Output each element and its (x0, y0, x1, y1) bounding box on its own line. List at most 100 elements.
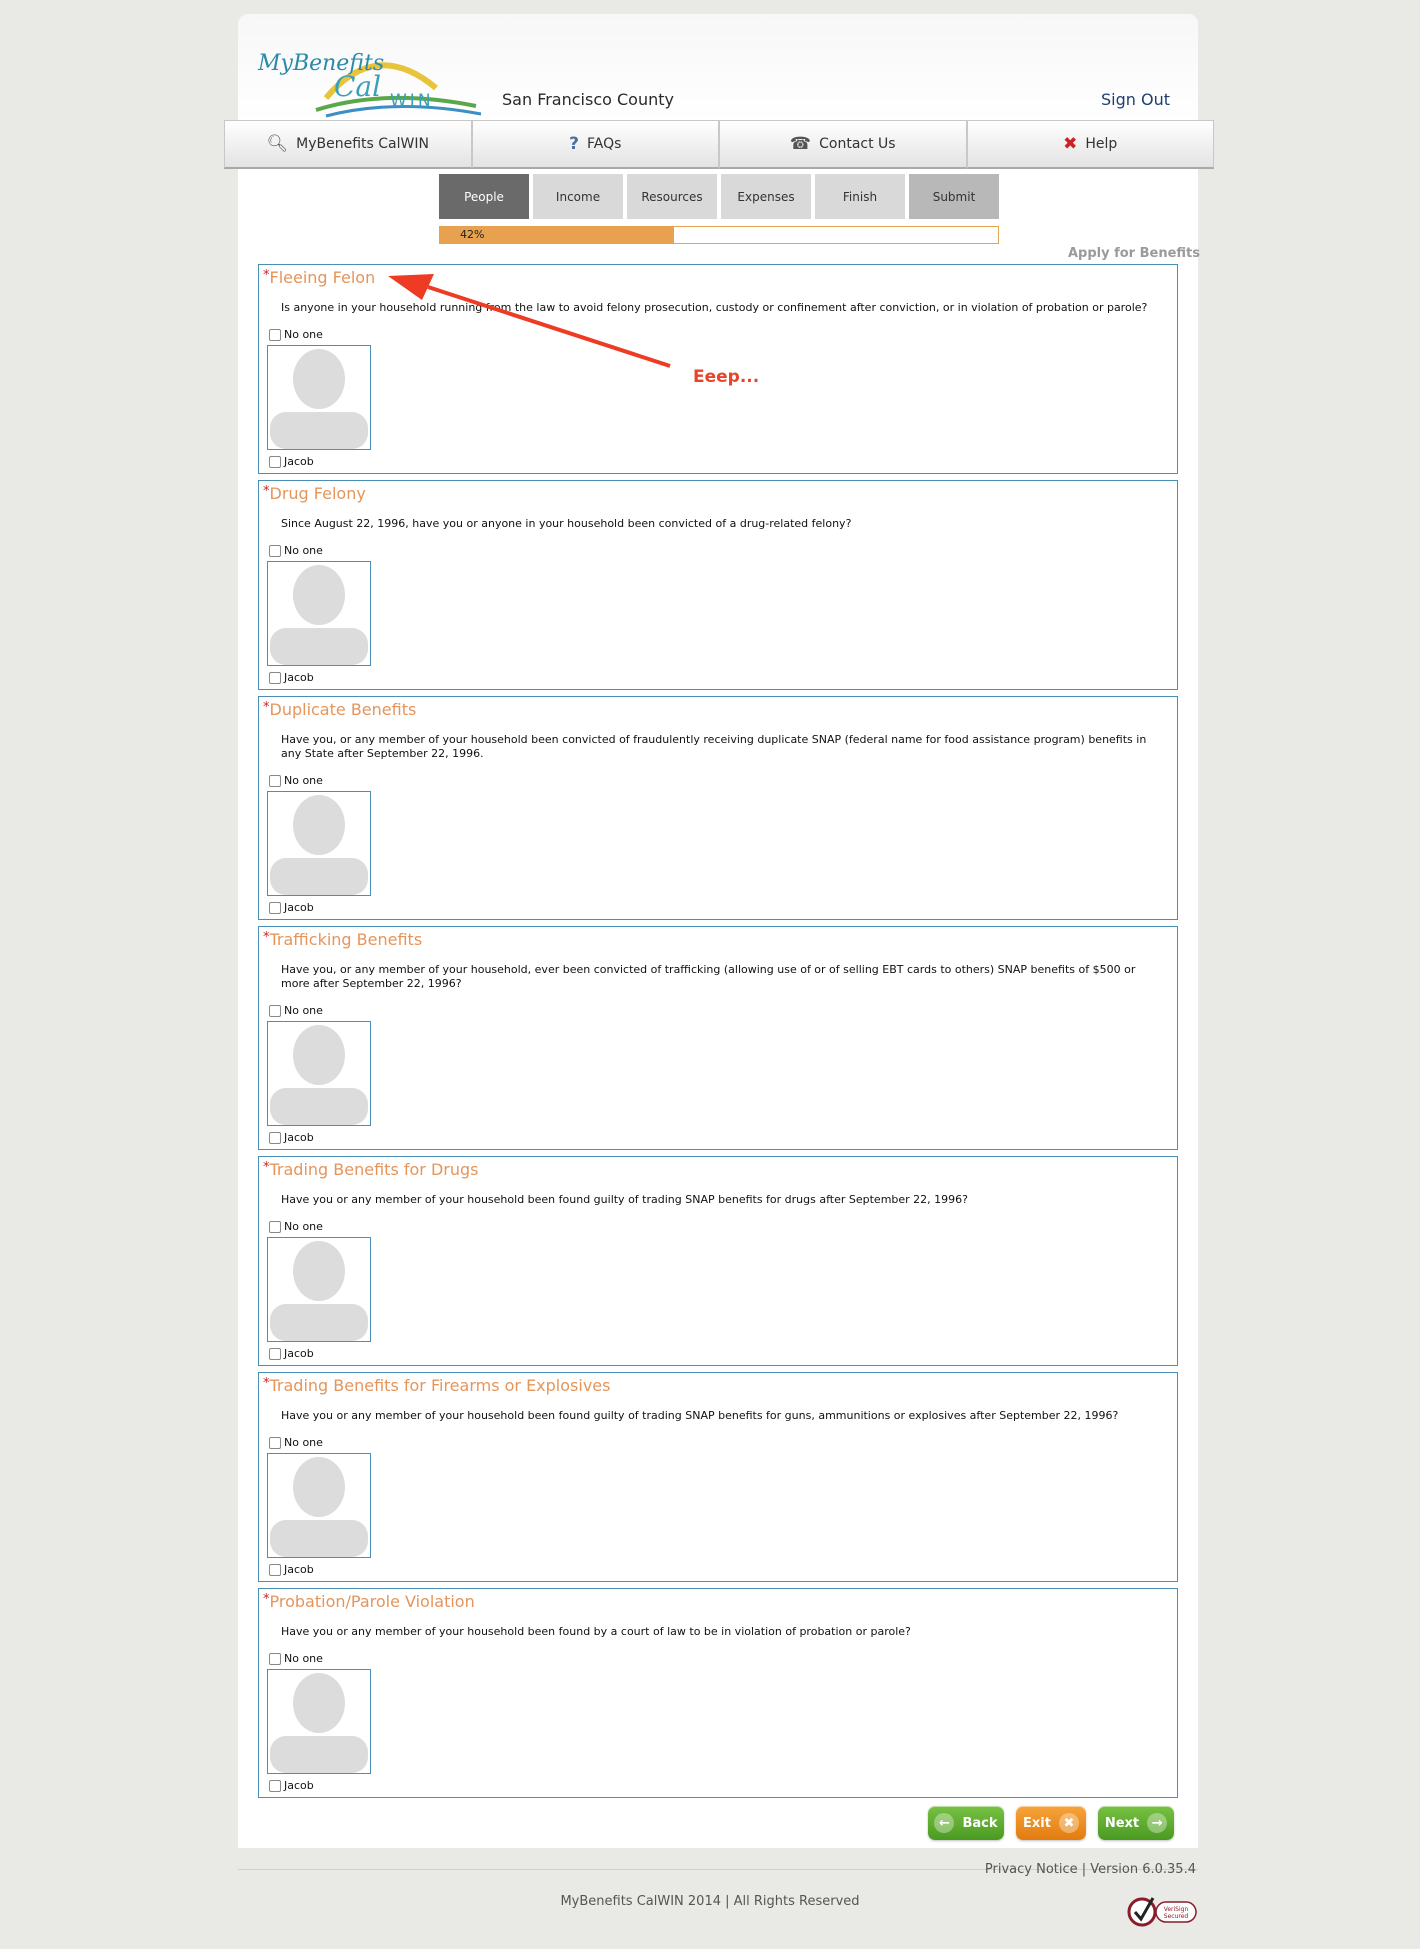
section-title: *Trafficking Benefits (263, 930, 423, 949)
no-one-checkbox[interactable]: No one (269, 1220, 323, 1233)
footer-separator: | (1081, 1862, 1087, 1877)
person-checkbox-jacob[interactable]: Jacob (269, 1347, 314, 1360)
section-question: Have you or any member of your household… (281, 1625, 911, 1638)
search-icon: 🔍︎ (266, 134, 289, 154)
person-avatar (267, 791, 371, 896)
step-expenses[interactable]: Expenses (721, 174, 811, 219)
arrow-right-icon: → (1147, 1813, 1168, 1833)
checkbox[interactable] (269, 671, 281, 684)
verisign-seal[interactable]: VeriSign Secured (1126, 1892, 1198, 1928)
person-avatar (267, 1453, 371, 1558)
section-question: Since August 22, 1996, have you or anyon… (281, 517, 852, 530)
section-title: *Trading Benefits for Drugs (263, 1160, 479, 1179)
page-title: Apply for Benefits (1067, 246, 1200, 261)
checkbox[interactable] (269, 328, 281, 341)
svg-text:Cal: Cal (334, 70, 381, 103)
next-label: Next (1104, 1815, 1140, 1831)
nav-contact-us[interactable]: ☎ Contact Us (719, 120, 967, 169)
section-question: Have you, or any member of your househol… (281, 733, 1147, 760)
checkbox[interactable] (269, 1131, 281, 1144)
person-checkbox-jacob[interactable]: Jacob (269, 1131, 314, 1144)
sign-out-link[interactable]: Sign Out (1101, 90, 1170, 109)
section-duplicate-benefits: *Duplicate Benefits Have you, or any mem… (258, 696, 1178, 920)
back-label: Back (962, 1815, 998, 1831)
section-title: *Trading Benefits for Firearms or Explos… (263, 1376, 611, 1395)
exit-label: Exit (1023, 1815, 1051, 1831)
section-question: Have you or any member of your household… (281, 1193, 969, 1206)
section-title: *Fleeing Felon (263, 268, 376, 287)
svg-text:VeriSign: VeriSign (1164, 1906, 1189, 1913)
person-checkbox-jacob[interactable]: Jacob (269, 1779, 314, 1792)
person-checkbox-jacob[interactable]: Jacob (269, 455, 314, 468)
step-people[interactable]: People (439, 174, 529, 219)
checkbox[interactable] (269, 1004, 281, 1017)
progress-bar: 42% (439, 226, 999, 244)
no-one-checkbox[interactable]: No one (269, 328, 323, 341)
annotation-label: Eeep... (693, 367, 760, 387)
privacy-notice-link[interactable]: Privacy Notice (985, 1862, 1078, 1877)
svg-text:Secured: Secured (1164, 1913, 1189, 1920)
checkbox[interactable] (269, 1347, 281, 1360)
person-avatar (267, 1237, 371, 1342)
question-icon: ? (569, 134, 579, 154)
svg-text:WIN: WIN (390, 91, 434, 111)
step-finish[interactable]: Finish (815, 174, 905, 219)
step-resources[interactable]: Resources (627, 174, 717, 219)
no-one-checkbox[interactable]: No one (269, 1652, 323, 1665)
main-nav: 🔍︎ MyBenefits CalWIN ? FAQs ☎ Contact Us… (224, 120, 1214, 169)
section-probation-parole-violation: *Probation/Parole Violation Have you or … (258, 1588, 1178, 1798)
nav-label: FAQs (586, 136, 622, 152)
section-question: Is anyone in your household running from… (281, 301, 1148, 314)
section-drug-felony: *Drug Felony Since August 22, 1996, have… (258, 480, 1178, 690)
close-icon: ✖ (1058, 1813, 1079, 1833)
step-tabs: People Income Resources Expenses Finish … (439, 174, 999, 219)
checkbox[interactable] (269, 1220, 281, 1233)
no-one-checkbox[interactable]: No one (269, 544, 323, 557)
person-checkbox-jacob[interactable]: Jacob (269, 671, 314, 684)
checkbox[interactable] (269, 455, 281, 468)
no-one-checkbox[interactable]: No one (269, 1436, 323, 1449)
step-submit[interactable]: Submit (909, 174, 999, 219)
checkbox[interactable] (269, 774, 281, 787)
checkbox[interactable] (269, 1652, 281, 1665)
arrow-left-icon: ← (934, 1813, 955, 1833)
section-trafficking-benefits: *Trafficking Benefits Have you, or any m… (258, 926, 1178, 1150)
checkbox[interactable] (269, 1436, 281, 1449)
nav-faqs[interactable]: ? FAQs (471, 120, 719, 169)
person-checkbox-jacob[interactable]: Jacob (269, 901, 314, 914)
person-avatar (267, 345, 371, 450)
person-avatar (267, 1669, 371, 1774)
person-avatar (267, 561, 371, 666)
nav-help[interactable]: ✖ Help (966, 120, 1214, 169)
help-icon: ✖ (1063, 134, 1078, 154)
person-checkbox-jacob[interactable]: Jacob (269, 1563, 314, 1576)
section-title: *Probation/Parole Violation (263, 1592, 475, 1611)
copyright-text: MyBenefits CalWIN 2014 | All Rights Rese… (560, 1894, 860, 1909)
county-name: San Francisco County (502, 90, 674, 109)
checkbox[interactable] (269, 901, 281, 914)
nav-label: MyBenefits CalWIN (296, 136, 429, 152)
section-trading-benefits-drugs: *Trading Benefits for Drugs Have you or … (258, 1156, 1178, 1366)
phone-icon: ☎ (789, 134, 812, 154)
checkbox[interactable] (269, 544, 281, 557)
person-avatar (267, 1021, 371, 1126)
progress-label: 42% (460, 228, 485, 241)
no-one-checkbox[interactable]: No one (269, 1004, 323, 1017)
back-button[interactable]: ← Back (928, 1806, 1004, 1840)
nav-label: Help (1085, 136, 1118, 152)
mybenefits-calwin-logo: MyBenefits Cal WIN (257, 51, 482, 118)
section-question: Have you or any member of your household… (281, 1409, 1119, 1422)
version-text: Version 6.0.35.4 (1090, 1862, 1196, 1877)
checkbox[interactable] (269, 1779, 281, 1792)
exit-button[interactable]: Exit ✖ (1016, 1806, 1086, 1840)
footer-links: Privacy Notice | Version 6.0.35.4 (985, 1862, 1196, 1877)
step-income[interactable]: Income (533, 174, 623, 219)
section-title: *Duplicate Benefits (263, 700, 417, 719)
nav-label: Contact Us (819, 136, 896, 152)
checkbox[interactable] (269, 1563, 281, 1576)
no-one-checkbox[interactable]: No one (269, 774, 323, 787)
next-button[interactable]: Next → (1098, 1806, 1174, 1840)
nav-mybenefits-calwin[interactable]: 🔍︎ MyBenefits CalWIN (224, 120, 472, 169)
section-trading-benefits-firearms: *Trading Benefits for Firearms or Explos… (258, 1372, 1178, 1582)
section-title: *Drug Felony (263, 484, 366, 503)
